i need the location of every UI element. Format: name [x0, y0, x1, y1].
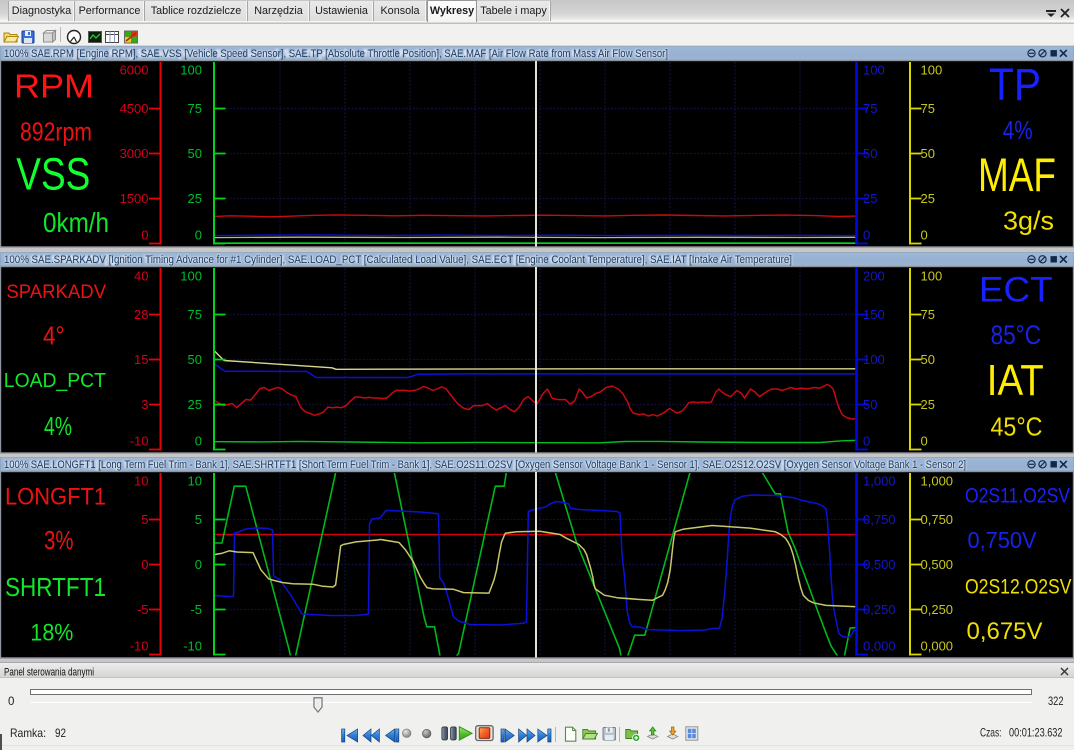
- svg-text:0,250: 0,250: [863, 602, 896, 617]
- svg-text:0: 0: [863, 433, 870, 448]
- svg-text:25: 25: [863, 191, 877, 206]
- svg-text:3: 3: [141, 397, 148, 412]
- svg-text:25: 25: [188, 191, 202, 206]
- svg-text:0: 0: [141, 228, 148, 243]
- svg-text:100: 100: [863, 63, 885, 78]
- svg-text:-10: -10: [130, 433, 149, 448]
- svg-text:92: 92: [55, 726, 66, 740]
- svg-text:4°: 4°: [43, 320, 65, 350]
- svg-text:892rpm: 892rpm: [20, 117, 92, 147]
- svg-text:0: 0: [8, 696, 14, 708]
- svg-text:100: 100: [921, 268, 943, 283]
- svg-text:0: 0: [195, 433, 202, 448]
- svg-text:100% SAE.RPM [Engine RPM], SAE: 100% SAE.RPM [Engine RPM], SAE.VSS [Vehi…: [4, 48, 668, 60]
- svg-text:75: 75: [921, 101, 935, 116]
- svg-text:10: 10: [188, 474, 202, 489]
- svg-text:0: 0: [141, 557, 148, 572]
- svg-text:VSS: VSS: [16, 149, 90, 200]
- svg-text:45°C: 45°C: [991, 411, 1043, 441]
- svg-text:5: 5: [141, 512, 148, 527]
- svg-text:322: 322: [1048, 696, 1064, 708]
- svg-text:0: 0: [195, 557, 202, 572]
- svg-text:75: 75: [863, 101, 877, 116]
- svg-text:-5: -5: [137, 602, 149, 617]
- svg-text:100: 100: [921, 63, 943, 78]
- svg-text:0,500: 0,500: [921, 557, 954, 572]
- svg-text:0,000: 0,000: [863, 639, 896, 654]
- svg-text:SHRTFT1: SHRTFT1: [5, 572, 106, 602]
- svg-text:MAF: MAF: [978, 148, 1056, 201]
- svg-text:50: 50: [863, 146, 877, 161]
- svg-text:50: 50: [921, 352, 935, 367]
- svg-text:1500: 1500: [120, 191, 149, 206]
- svg-text:0: 0: [863, 228, 870, 243]
- svg-text:0,500: 0,500: [863, 557, 896, 572]
- svg-text:100: 100: [180, 268, 202, 283]
- svg-text:0: 0: [195, 228, 202, 243]
- svg-text:50: 50: [188, 352, 202, 367]
- svg-text:-10: -10: [130, 639, 149, 654]
- svg-text:85°C: 85°C: [991, 320, 1041, 350]
- svg-text:4500: 4500: [120, 101, 149, 116]
- svg-text:3%: 3%: [44, 525, 74, 555]
- svg-text:40: 40: [134, 268, 148, 283]
- svg-text:0,000: 0,000: [921, 639, 954, 654]
- svg-text:150: 150: [863, 307, 885, 322]
- svg-text:100% SAE.SPARKADV [Ignition Ti: 100% SAE.SPARKADV [Ignition Timing Advan…: [4, 254, 792, 266]
- svg-text:Czas:: Czas:: [980, 726, 1002, 740]
- svg-text:0: 0: [921, 433, 928, 448]
- svg-text:4%: 4%: [44, 410, 72, 440]
- svg-text:5: 5: [195, 512, 202, 527]
- svg-text:25: 25: [188, 397, 202, 412]
- svg-text:100: 100: [180, 63, 202, 78]
- svg-text:SPARKADV: SPARKADV: [6, 280, 106, 302]
- svg-text:200: 200: [863, 268, 885, 283]
- svg-text:0,675V: 0,675V: [967, 618, 1044, 645]
- svg-text:IAT: IAT: [987, 356, 1044, 405]
- svg-text:50: 50: [921, 146, 935, 161]
- svg-text:3000: 3000: [120, 146, 149, 161]
- svg-text:LOAD_PCT: LOAD_PCT: [4, 370, 106, 392]
- svg-text:1,000: 1,000: [921, 474, 954, 489]
- svg-text:-10: -10: [183, 639, 202, 654]
- svg-text:25: 25: [921, 191, 935, 206]
- svg-text:15: 15: [134, 352, 148, 367]
- svg-text:50: 50: [863, 397, 877, 412]
- svg-text:O2S11.O2SV: O2S11.O2SV: [965, 484, 1070, 507]
- svg-text:75: 75: [188, 101, 202, 116]
- svg-text:75: 75: [188, 307, 202, 322]
- svg-text:0,750: 0,750: [863, 512, 896, 527]
- svg-text:Panel sterowania danymi: Panel sterowania danymi: [4, 667, 94, 679]
- svg-text:-5: -5: [190, 602, 202, 617]
- svg-text:0,750: 0,750: [921, 512, 954, 527]
- svg-text:RPM: RPM: [14, 68, 94, 105]
- svg-text:3g/s: 3g/s: [1003, 206, 1054, 236]
- svg-text:6000: 6000: [120, 63, 149, 78]
- svg-text:TP: TP: [989, 59, 1041, 110]
- svg-text:18%: 18%: [30, 619, 73, 646]
- svg-text:25: 25: [921, 397, 935, 412]
- svg-text:Ramka:: Ramka:: [10, 726, 46, 740]
- svg-text:ECT: ECT: [979, 270, 1053, 309]
- svg-text:100% SAE.LONGFT1 [Long Term Fu: 100% SAE.LONGFT1 [Long Term Fuel Trim - …: [4, 459, 966, 471]
- svg-text:100: 100: [863, 352, 885, 367]
- svg-text:4%: 4%: [1003, 115, 1033, 145]
- svg-text:0,250: 0,250: [921, 602, 954, 617]
- svg-text:50: 50: [188, 146, 202, 161]
- svg-text:10: 10: [134, 474, 148, 489]
- svg-text:LONGFT1: LONGFT1: [5, 484, 106, 511]
- svg-text:0: 0: [921, 228, 928, 243]
- svg-text:0,750V: 0,750V: [968, 527, 1038, 553]
- svg-text:0km/h: 0km/h: [43, 207, 109, 238]
- svg-text:1,000: 1,000: [863, 474, 896, 489]
- svg-text:00:01:23.632: 00:01:23.632: [1009, 726, 1063, 740]
- svg-text:O2S12.O2SV: O2S12.O2SV: [965, 576, 1072, 599]
- svg-text:28: 28: [134, 307, 148, 322]
- svg-text:75: 75: [921, 307, 935, 322]
